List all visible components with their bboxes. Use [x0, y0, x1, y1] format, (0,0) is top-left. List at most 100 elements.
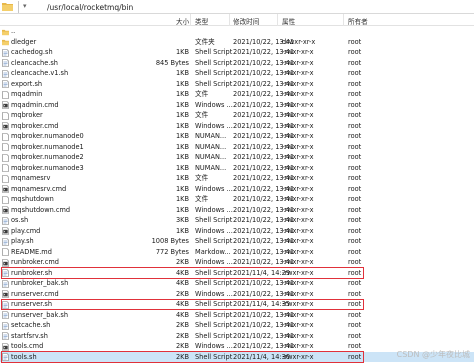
script-file-icon: [2, 269, 9, 277]
divider: [18, 1, 19, 13]
file-permissions: -rwxr-xr-x: [282, 321, 314, 329]
file-owner: root: [348, 195, 362, 203]
column-modified[interactable]: 修改时间: [233, 16, 259, 26]
file-row[interactable]: mqbroker.numanode1 1KB NUMAN... 2021/10/22,…: [0, 142, 474, 153]
file-row[interactable]: mqbroker 1KB 文件 2021/10/22, 13:41 -rwxr-xr-x…: [0, 110, 474, 121]
file-row[interactable]: runserver.cmd 2KB Windows ... 2021/10/22, 1…: [0, 289, 474, 300]
file-row[interactable]: mqbroker.cmd 1KB Windows ... 2021/10/22, 13…: [0, 121, 474, 132]
file-row[interactable]: play.sh 1008 Bytes Shell Script 2021/10/22,…: [0, 236, 474, 247]
file-size: 3KB: [175, 216, 189, 224]
file-owner: root: [348, 289, 362, 298]
column-divider[interactable]: [229, 14, 230, 26]
column-divider[interactable]: [190, 14, 191, 26]
file-row[interactable]: os.sh 3KB Shell Script 2021/10/22, 13:41 -rw…: [0, 215, 474, 226]
file-name: runbroker.cmd: [11, 258, 59, 266]
file-name: runserver.sh: [11, 300, 53, 308]
file-size: 1008 Bytes: [151, 237, 189, 245]
script-file-icon: [2, 80, 9, 88]
file-name: runserver_bak.sh: [11, 310, 68, 319]
script-file-icon: [2, 48, 9, 57]
file-size: 772 Bytes: [155, 247, 189, 256]
file-row[interactable]: runserver.sh 4KB Shell Script 2021/11/4, 14…: [0, 299, 474, 310]
file-owner: root: [348, 279, 362, 287]
column-type[interactable]: 类型: [195, 16, 208, 26]
file-icon: [2, 90, 9, 99]
file-row[interactable]: cleancache.sh 845 Bytes Shell Script 2021/1…: [0, 58, 474, 69]
file-row[interactable]: mqadmin.cmd 1KB Windows ... 2021/10/22, 13:…: [0, 100, 474, 111]
file-row[interactable]: README.md 772 Bytes Markdow... 2021/10/22, …: [0, 247, 474, 258]
file-owner: root: [348, 258, 362, 266]
file-type: Shell Script: [195, 268, 233, 277]
file-permissions: -rwxr-xr-x: [282, 258, 314, 266]
file-type: Shell Script: [195, 331, 233, 340]
file-size: 2KB: [175, 342, 189, 350]
column-owner[interactable]: 所有者: [348, 16, 368, 26]
column-divider[interactable]: [343, 14, 344, 26]
file-row[interactable]: cachedog.sh 1KB Shell Script 2021/10/22, 13…: [0, 47, 474, 58]
file-type: NUMAN...: [195, 163, 227, 172]
file-type: Windows ...: [195, 226, 233, 235]
file-owner: root: [348, 247, 362, 256]
file-owner: root: [348, 226, 362, 235]
file-row[interactable]: startfsrv.sh 2KB Shell Script 2021/10/22, 1…: [0, 331, 474, 342]
column-divider[interactable]: [277, 14, 278, 26]
file-type: Markdow...: [195, 247, 231, 256]
parent-folder-icon: [2, 29, 9, 35]
script-file-icon: [2, 300, 9, 309]
file-row[interactable]: mqshutdown.cmd 1KB Windows ... 2021/10/22, …: [0, 205, 474, 216]
file-row[interactable]: mqadmin 1KB 文件 2021/10/22, 13:41 -rwxr-xr-x r…: [0, 89, 474, 100]
file-row[interactable]: dledger 文件夹 2021/10/22, 13:41 drwxr-xr-x roo…: [0, 37, 474, 48]
file-type: 文件: [195, 90, 209, 98]
file-owner: root: [348, 121, 362, 130]
file-size: 1KB: [175, 195, 189, 203]
file-name: cachedog.sh: [11, 48, 53, 56]
column-size[interactable]: 大小: [176, 16, 189, 26]
file-owner: root: [348, 352, 362, 361]
file-name: cleancache.sh: [11, 58, 58, 67]
path-bar: ▾ /usr/local/rocketmq/bin: [0, 0, 474, 14]
file-owner: root: [348, 132, 362, 140]
file-row[interactable]: mqshutdown 1KB 文件 2021/10/22, 13:41 -rwxr-xr…: [0, 194, 474, 205]
file-permissions: -rwxr-xr-x: [282, 69, 314, 77]
file-row[interactable]: mqnamesrv.cmd 1KB Windows ... 2021/10/22, 1…: [0, 184, 474, 195]
chevron-down-icon[interactable]: ▾: [23, 2, 27, 10]
file-owner: root: [348, 153, 362, 161]
file-permissions: -rwxr-xr-x: [282, 300, 314, 308]
file-owner: root: [348, 321, 362, 329]
cmd-file-icon: [2, 101, 9, 109]
file-row[interactable]: play.cmd 1KB Windows ... 2021/10/22, 13:41-…: [0, 226, 474, 237]
file-row[interactable]: runserver_bak.sh 4KB Shell Script 2021/10/2…: [0, 310, 474, 321]
file-row[interactable]: mqbroker.numanode0 1KB NUMAN... 2021/10/22,…: [0, 131, 474, 142]
file-name: runbroker_bak.sh: [11, 279, 69, 287]
file-row[interactable]: runbroker.sh 4KB Shell Script 2021/11/4, 14…: [0, 268, 474, 279]
file-size: 2KB: [175, 258, 189, 266]
file-type: Shell Script: [195, 216, 233, 224]
script-file-icon: [2, 237, 9, 246]
file-permissions: -rwxr-xr-x: [282, 153, 314, 161]
file-permissions: -rwxr-xr-x: [282, 90, 314, 98]
file-owner: root: [348, 310, 362, 319]
file-type: Windows ...: [195, 289, 233, 298]
file-owner: root: [348, 142, 362, 151]
file-permissions: -rwxr-xr-x: [282, 184, 314, 193]
file-row[interactable]: runbroker.cmd 2KB Windows ... 2021/10/22, 1…: [0, 257, 474, 268]
file-owner: root: [348, 37, 362, 46]
file-row[interactable]: mqbroker.numanode2 1KB NUMAN... 2021/10/22,…: [0, 152, 474, 163]
file-row[interactable]: export.sh 1KB Shell Script 2021/10/22, 13:4…: [0, 79, 474, 90]
file-row[interactable]: cleancache.v1.sh 1KB Shell Script 2021/10/2…: [0, 68, 474, 79]
file-size: 1KB: [175, 111, 189, 119]
file-size: 1KB: [175, 121, 189, 130]
file-permissions: -rwxr-xr-x: [282, 226, 314, 235]
file-permissions: -rwxr-xr-x: [282, 111, 314, 119]
column-perm[interactable]: 属性: [282, 16, 295, 26]
file-name: mqshutdown: [11, 195, 54, 203]
file-row[interactable]: mqnamesrv 1KB 文件 2021/10/22, 13:41 -rwxr-xr-…: [0, 173, 474, 184]
parent-directory-row[interactable]: ..: [0, 26, 474, 37]
file-row[interactable]: setcache.sh 2KB Shell Script 2021/10/22, 13…: [0, 320, 474, 331]
file-size: 2KB: [175, 289, 189, 298]
file-permissions: -rwxr-xr-x: [282, 289, 314, 298]
path-input[interactable]: /usr/local/rocketmq/bin: [47, 3, 133, 12]
file-row[interactable]: mqbroker.numanode3 1KB NUMAN... 2021/10/22,…: [0, 163, 474, 174]
file-row[interactable]: runbroker_bak.sh 4KB Shell Script 2021/10/2…: [0, 278, 474, 289]
folder-icon[interactable]: [2, 2, 13, 11]
